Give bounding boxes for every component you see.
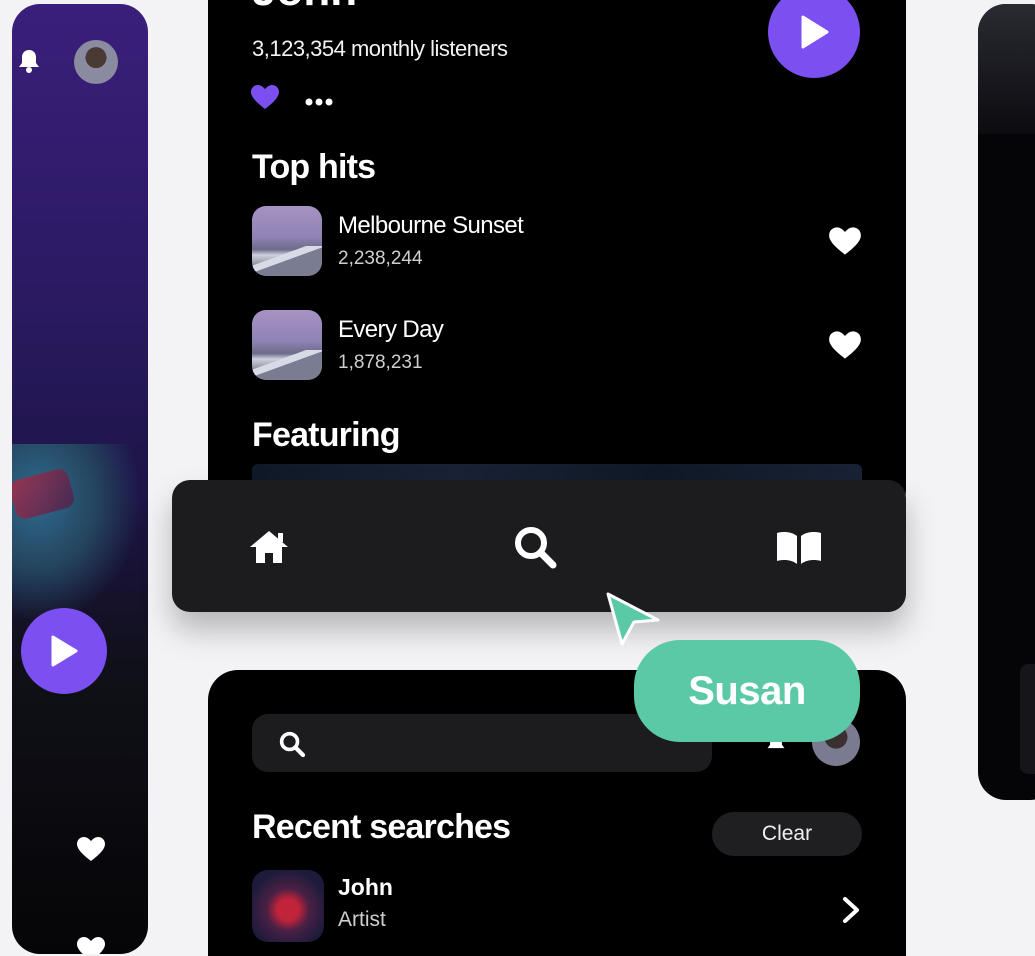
bottom-nav-bar (172, 480, 906, 612)
track-row[interactable]: Melbourne Sunset 2,238,244 (252, 206, 862, 278)
search-icon (278, 730, 306, 758)
right-phone-preview (978, 4, 1035, 800)
library-book-icon[interactable] (774, 524, 824, 570)
track-artwork (252, 206, 322, 276)
avatar[interactable] (74, 40, 118, 84)
right-phone-block (1020, 664, 1035, 774)
recent-item-type: Artist (338, 908, 386, 931)
play-button[interactable] (21, 608, 107, 694)
track-artwork (252, 310, 322, 380)
recent-item-name: John (338, 874, 393, 900)
clear-button[interactable]: Clear (712, 812, 862, 856)
play-button[interactable] (768, 0, 860, 78)
left-phone-preview (12, 4, 148, 954)
play-icon (51, 635, 78, 667)
monthly-listeners: 3,123,354 monthly listeners (252, 36, 508, 61)
collaborator-cursor-icon (604, 590, 664, 650)
canvas: John 3,123,354 monthly listeners Top hit… (0, 0, 1035, 956)
track-title: Every Day (338, 316, 444, 343)
recent-search-item[interactable]: John Artist (252, 868, 862, 944)
heart-icon[interactable] (76, 936, 106, 954)
section-title-top-hits: Top hits (252, 148, 376, 186)
right-phone-header-image (978, 4, 1035, 134)
artist-thumbnail (252, 870, 324, 942)
search-icon[interactable] (510, 524, 560, 570)
section-title-featuring: Featuring (252, 416, 401, 454)
recent-searches-title: Recent searches (252, 808, 511, 846)
heart-icon[interactable] (76, 836, 106, 862)
play-icon (801, 15, 829, 49)
chevron-right-icon[interactable] (840, 896, 862, 924)
heart-icon[interactable] (828, 330, 862, 360)
artist-name: John (252, 0, 357, 16)
track-plays: 2,238,244 (338, 248, 423, 269)
home-icon[interactable] (244, 524, 294, 570)
heart-icon[interactable] (828, 226, 862, 256)
bell-icon[interactable] (18, 48, 40, 74)
artist-photo (12, 444, 142, 624)
artist-screen: John 3,123,354 monthly listeners Top hit… (208, 0, 906, 520)
track-plays: 1,878,231 (338, 352, 423, 373)
track-title: Melbourne Sunset (338, 212, 524, 239)
collaborator-cursor-label: Susan (634, 640, 860, 742)
more-options-icon[interactable] (304, 92, 334, 106)
heart-icon[interactable] (250, 84, 280, 110)
track-row[interactable]: Every Day 1,878,231 (252, 310, 862, 382)
